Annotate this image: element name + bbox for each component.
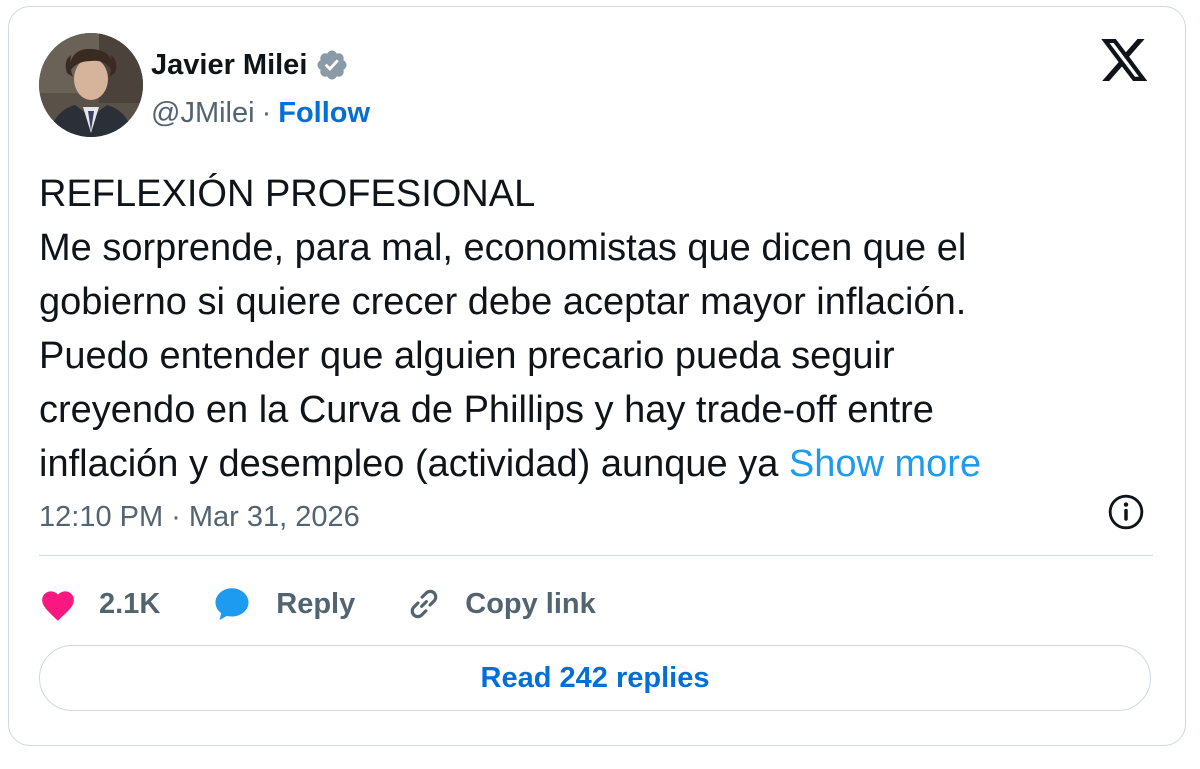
tweet-text-line: creyendo en la Curva de Phillips y hay t…	[39, 389, 934, 431]
divider	[39, 555, 1153, 556]
copy-link-label: Copy link	[465, 587, 596, 620]
tweet-timestamp[interactable]: 12:10 PM · Mar 31, 2026	[39, 497, 360, 537]
author-handle-row: @JMilei · Follow	[151, 93, 370, 133]
author-name-row: Javier Milei	[151, 45, 349, 85]
avatar-image	[39, 33, 143, 137]
tweet-text-line: inflación y desempleo (actividad) aunque…	[39, 443, 789, 485]
tweet-card: Javier Milei @JMilei · Follow REFLEXIÓN …	[8, 6, 1186, 746]
like-button[interactable]: 2.1K	[39, 586, 160, 622]
author-display-name[interactable]: Javier Milei	[151, 49, 307, 82]
separator-dot: ·	[261, 96, 272, 129]
follow-button[interactable]: Follow	[278, 97, 370, 130]
author-handle[interactable]: @JMilei	[151, 97, 255, 130]
avatar[interactable]	[39, 33, 143, 137]
speech-bubble-icon	[212, 585, 252, 623]
tweet-text-line: gobierno si quiere crecer debe aceptar m…	[39, 281, 967, 323]
reply-button[interactable]: Reply	[212, 585, 355, 623]
reply-label: Reply	[276, 587, 356, 620]
tweet-text-last-line: inflación y desempleo (actividad) aunque…	[39, 437, 1159, 491]
verified-badge-icon	[315, 48, 349, 82]
show-more-link[interactable]: Show more	[789, 443, 981, 485]
read-replies-button[interactable]: Read 242 replies	[39, 645, 1151, 711]
x-logo-icon[interactable]	[1101, 39, 1149, 83]
tweet-text-line: Me sorprende, para mal, economistas que …	[39, 227, 967, 269]
tweet-text-line: REFLEXIÓN PROFESIONAL	[39, 173, 536, 215]
tweet-text: REFLEXIÓN PROFESIONAL Me sorprende, para…	[39, 167, 1159, 491]
copy-link-button[interactable]: Copy link	[405, 585, 596, 623]
tweet-text-line: Puedo entender que alguien precario pued…	[39, 335, 895, 377]
info-icon[interactable]	[1107, 493, 1145, 531]
heart-icon	[39, 586, 77, 622]
like-count: 2.1K	[99, 587, 161, 620]
action-bar: 2.1K Reply Copy link	[39, 579, 596, 629]
link-icon	[405, 585, 443, 623]
